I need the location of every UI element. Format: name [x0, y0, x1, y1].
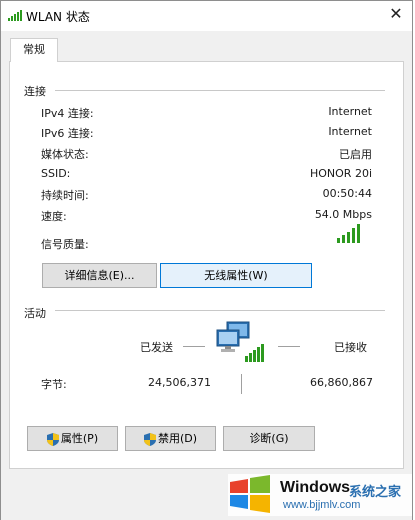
signal-quality-label: 信号质量: [41, 238, 89, 251]
activity-divider [55, 310, 385, 311]
properties-button-label: 属性(P) [60, 432, 99, 445]
watermark-brand: Windows [280, 479, 351, 496]
ipv4-value: Internet [328, 105, 372, 118]
tab-general[interactable]: 常规 [10, 38, 58, 62]
properties-button[interactable]: 属性(P) [27, 426, 118, 451]
uac-shield-icon [46, 432, 59, 446]
received-dash [278, 346, 300, 347]
sent-label: 已发送 [140, 341, 173, 354]
bytes-label: 字节: [41, 378, 67, 391]
wifi-signal-icon [8, 10, 22, 21]
close-icon[interactable]: ✕ [386, 5, 406, 25]
connection-section-title: 连接 [24, 85, 46, 98]
ipv6-label: IPv6 连接: [41, 127, 94, 140]
window-title: WLAN 状态 [26, 10, 90, 24]
ssid-value: HONOR 20i [309, 167, 372, 180]
received-label: 已接收 [334, 341, 367, 354]
windows-logo-icon [230, 475, 270, 513]
disable-button-label: 禁用(D) [157, 432, 198, 445]
duration-value: 00:50:44 [322, 187, 372, 200]
watermark-suffix: 系统之家 [349, 485, 402, 500]
ssid-label: SSID: [41, 167, 71, 180]
details-button[interactable]: 详细信息(E)... [42, 263, 157, 288]
network-computers-icon [216, 321, 264, 362]
bytes-sent-value: 24,506,371 [148, 376, 211, 389]
speed-label: 速度: [41, 210, 67, 223]
signal-quality-icon [337, 224, 360, 243]
ipv6-value: Internet [328, 125, 372, 138]
diagnose-button[interactable]: 诊断(G) [223, 426, 315, 451]
connection-divider [55, 90, 385, 91]
bytes-separator [241, 374, 242, 394]
disable-button[interactable]: 禁用(D) [125, 426, 216, 451]
ipv4-label: IPv4 连接: [41, 107, 94, 120]
media-state-value: 已启用 [339, 148, 372, 161]
media-state-label: 媒体状态: [41, 148, 89, 161]
uac-shield-icon [143, 432, 156, 446]
watermark-url: www.bjjmlv.com [283, 499, 361, 511]
speed-value: 54.0 Mbps [314, 208, 372, 221]
activity-section-title: 活动 [24, 307, 46, 320]
bytes-received-value: 66,860,867 [310, 376, 373, 389]
sent-dash [183, 346, 205, 347]
wireless-properties-button[interactable]: 无线属性(W) [160, 263, 312, 288]
duration-label: 持续时间: [41, 189, 89, 202]
